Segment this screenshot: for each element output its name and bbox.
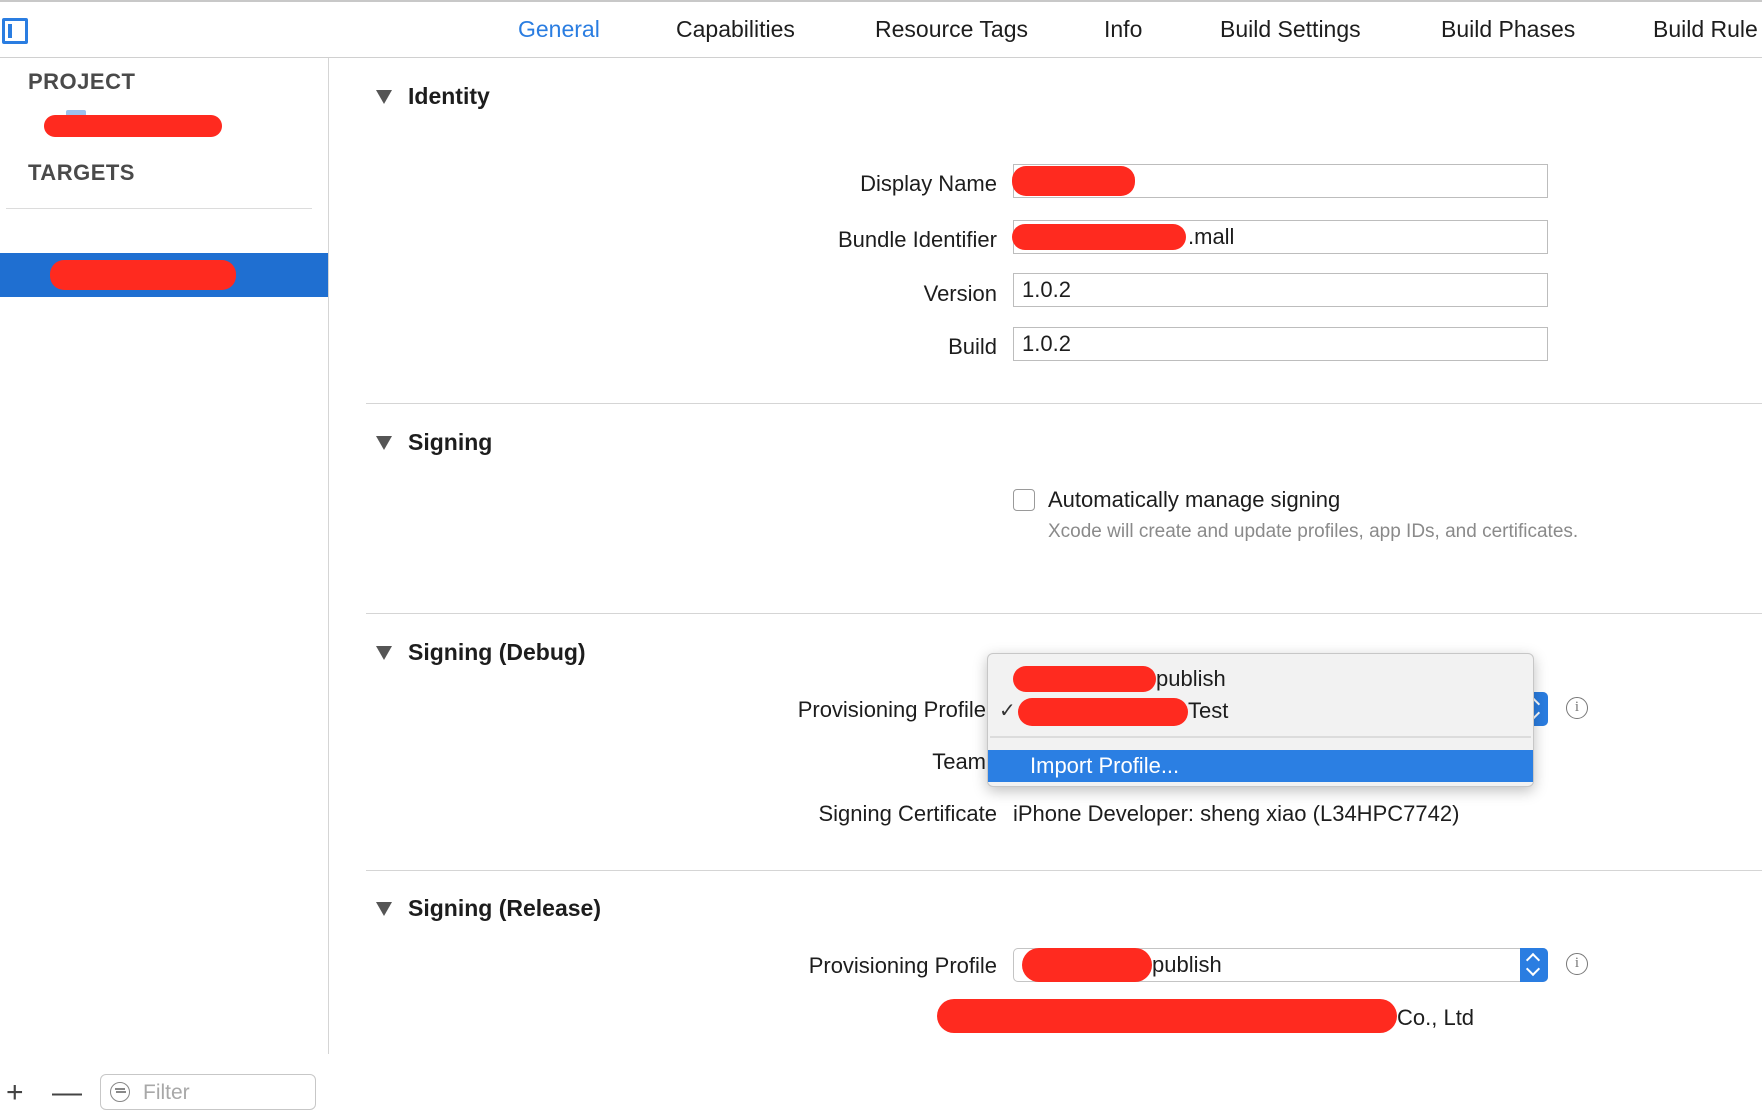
debug-signing-certificate-label: Signing Certificate (818, 801, 997, 826)
release-profile-redacted (1022, 948, 1152, 982)
debug-team-label: Team (932, 749, 986, 774)
menu-item-publish-suffix: publish (1156, 666, 1226, 691)
bundle-identifier-field[interactable]: .mall (1012, 220, 1548, 254)
build-field[interactable]: 1.0.2 (1013, 327, 1548, 361)
import-profile-label: Import Profile... (1030, 753, 1180, 778)
project-item-redacted[interactable] (44, 115, 222, 137)
version-field[interactable]: 1.0.2 (1013, 273, 1548, 307)
checkmark-icon: ✓ (999, 700, 1016, 722)
menu-item-publish-profile[interactable]: publish (988, 664, 1533, 694)
signing-debug-disclosure-triangle-icon[interactable] (376, 646, 392, 660)
release-team-suffix: Co., Ltd (1397, 1005, 1475, 1030)
debug-provisioning-profile-label: Provisioning Profile (797, 697, 986, 722)
tab-capabilities[interactable]: Capabilities (676, 16, 795, 43)
tab-resource-tags[interactable]: Resource Tags (875, 16, 1028, 43)
menu-item-test-profile[interactable]: ✓ Test (988, 696, 1533, 726)
provisioning-profile-menu: publish ✓ Test Import Profile... (987, 653, 1534, 787)
tab-general[interactable]: General (518, 16, 600, 43)
tab-bar: General Capabilities Resource Tags Info … (0, 0, 1762, 58)
signing-release-section-title: Signing (Release) (408, 895, 601, 921)
release-profile-info-icon[interactable]: i (1566, 953, 1588, 975)
menu-item-test-suffix: Test (1188, 698, 1229, 723)
identity-section-title: Identity (408, 83, 490, 109)
tab-info[interactable]: Info (1104, 16, 1142, 43)
sidebar-divider (6, 208, 312, 209)
auto-manage-signing-label[interactable]: Automatically manage signing (1048, 487, 1340, 513)
debug-profile-info-icon[interactable]: i (1566, 697, 1588, 719)
identity-disclosure-triangle-icon[interactable] (376, 90, 392, 104)
menu-item-import-profile[interactable]: Import Profile... (988, 750, 1533, 782)
bundle-identifier-suffix: .mall (1188, 224, 1235, 249)
build-label: Build (948, 334, 997, 359)
display-name-label: Display Name (860, 171, 997, 196)
signing-disclosure-triangle-icon[interactable] (376, 436, 392, 450)
build-value: 1.0.2 (1022, 331, 1071, 356)
section-divider (366, 403, 1762, 404)
release-provisioning-profile-label: Provisioning Profile (808, 953, 997, 978)
signing-debug-section-title: Signing (Debug) (408, 639, 586, 665)
version-value: 1.0.2 (1022, 277, 1071, 302)
bundle-identifier-label: Bundle Identifier (838, 227, 997, 252)
remove-target-button[interactable]: — (52, 1076, 82, 1110)
sidebar-item-target-selected[interactable] (0, 253, 328, 297)
debug-signing-certificate-value: iPhone Developer: sheng xiao (L34HPC7742… (1013, 801, 1460, 826)
targets-heading: TARGETS (28, 160, 135, 185)
signing-release-disclosure-triangle-icon[interactable] (376, 902, 392, 916)
bundle-identifier-redacted (1012, 224, 1186, 250)
project-heading: PROJECT (28, 69, 136, 94)
filter-placeholder: Filter (143, 1081, 190, 1104)
release-profile-stepper-icon[interactable] (1520, 948, 1548, 982)
release-provisioning-profile-select[interactable]: publish (1013, 948, 1548, 982)
tab-build-phases[interactable]: Build Phases (1441, 16, 1575, 43)
project-navigator-sidebar: PROJECT TARGETS + — Filter (0, 58, 329, 1110)
signing-section-title: Signing (408, 429, 493, 455)
menu-item-publish-redacted (1013, 666, 1156, 692)
display-name-redacted (1012, 166, 1135, 196)
release-team-redacted (937, 999, 1397, 1033)
menu-separator (990, 736, 1531, 738)
display-name-field[interactable] (1012, 164, 1548, 198)
auto-manage-signing-checkbox[interactable] (1013, 489, 1035, 511)
menu-item-test-redacted (1018, 698, 1188, 726)
sidebar-toggle-icon[interactable] (2, 18, 28, 44)
release-profile-suffix: publish (1152, 952, 1222, 977)
section-divider (366, 613, 1762, 614)
tab-build-rules[interactable]: Build Rule (1653, 16, 1758, 43)
filter-field[interactable]: Filter (100, 1074, 316, 1110)
version-label: Version (923, 281, 997, 306)
section-divider (366, 870, 1762, 871)
target-name-redacted (50, 260, 236, 290)
filter-icon (110, 1082, 130, 1102)
auto-manage-signing-description: Xcode will create and update profiles, a… (1048, 521, 1579, 542)
add-target-button[interactable]: + (6, 1076, 24, 1110)
tab-build-settings[interactable]: Build Settings (1220, 16, 1361, 43)
